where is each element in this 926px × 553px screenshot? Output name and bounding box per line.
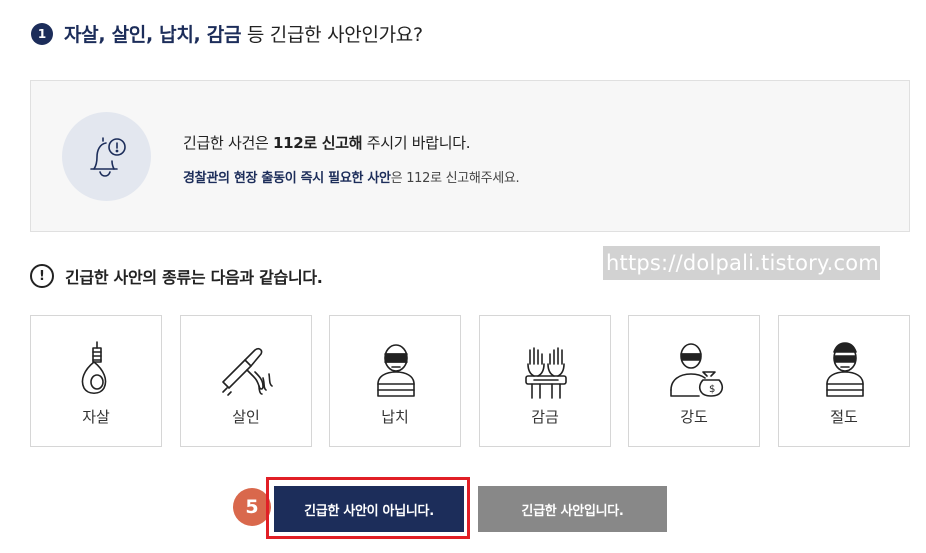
- svg-text:$: $: [709, 384, 715, 395]
- question-title-rest: 등 긴급한 사안인가요?: [241, 24, 423, 46]
- noose-icon: [81, 341, 107, 395]
- notice-line1-prefix: 긴급한 사건은: [183, 134, 273, 152]
- question-number: 1: [31, 22, 53, 45]
- bell-alert-icon: [62, 112, 151, 201]
- notice-line2-bold: 경찰관의 현장 출동이 즉시 필요한 사안: [183, 171, 391, 186]
- type-label: 납치: [381, 408, 409, 426]
- type-card-confinement: 감금: [479, 315, 611, 447]
- bound-hands-icon: [525, 347, 567, 399]
- type-card-robbery: $ 강도: [628, 315, 760, 447]
- urgent-button[interactable]: 긴급한 사안입니다.: [478, 486, 667, 532]
- not-urgent-button[interactable]: 긴급한 사안이 아닙니다.: [274, 486, 464, 532]
- thief-icon: [826, 342, 864, 397]
- type-card-murder: 살인: [180, 315, 312, 447]
- knife-icon: [222, 347, 273, 396]
- type-card-suicide: 자살: [30, 315, 162, 447]
- types-heading: ! 긴급한 사안의 종류는 다음과 같습니다.: [30, 264, 323, 288]
- type-card-theft: 절도: [778, 315, 910, 447]
- notice-line2-rest: 은 112로 신고해주세요.: [390, 171, 520, 186]
- kidnap-icon: [377, 344, 415, 397]
- notice-sub-text: 경찰관의 현장 출동이 즉시 필요한 사안은 112로 신고해주세요.: [183, 167, 520, 186]
- notice-box: 긴급한 사건은 112로 신고해 주시기 바랍니다. 경찰관의 현장 출동이 즉…: [30, 80, 910, 232]
- question-title: 자살, 살인, 납치, 감금 등 긴급한 사안인가요?: [64, 20, 423, 47]
- robber-icon: $: [670, 343, 724, 397]
- types-title: 긴급한 사안의 종류는 다음과 같습니다.: [65, 268, 323, 287]
- notice-main-text: 긴급한 사건은 112로 신고해 주시기 바랍니다.: [183, 132, 470, 153]
- question-title-bold: 자살, 살인, 납치, 감금: [64, 24, 242, 46]
- type-label: 감금: [531, 408, 559, 426]
- question-header: 1 자살, 살인, 납치, 감금 등 긴급한 사안인가요?: [31, 20, 423, 47]
- notice-line1-suffix: 주시기 바랍니다.: [362, 134, 471, 152]
- exclamation-icon: !: [30, 264, 54, 288]
- type-label: 자살: [82, 408, 110, 426]
- notice-line1-bold: 112로 신고해: [272, 134, 363, 152]
- watermark: https://dolpali.tistory.com: [603, 246, 880, 280]
- type-label: 살인: [232, 408, 260, 426]
- type-label: 절도: [830, 408, 858, 426]
- type-card-kidnap: 납치: [329, 315, 461, 447]
- type-label: 강도: [680, 408, 708, 426]
